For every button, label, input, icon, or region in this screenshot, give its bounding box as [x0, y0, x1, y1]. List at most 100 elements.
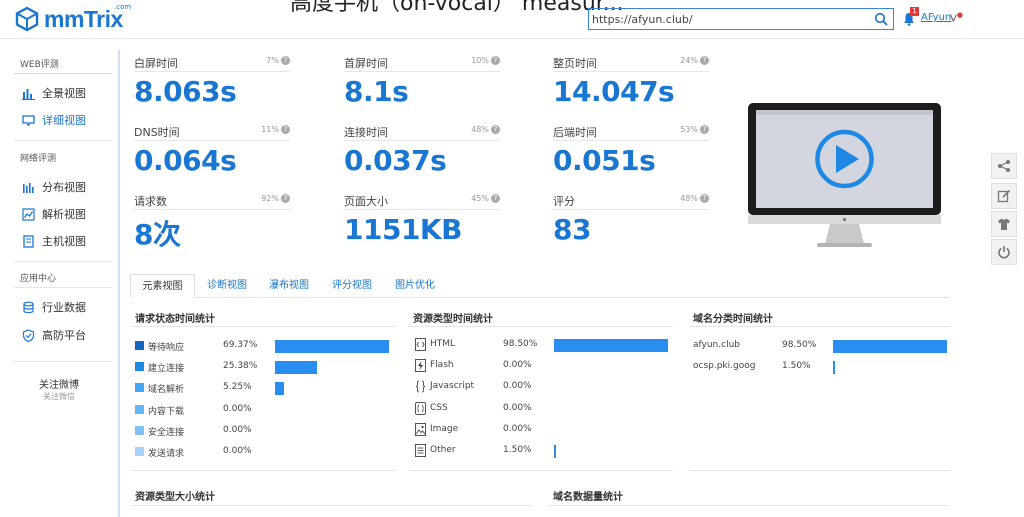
- share-button[interactable]: [991, 153, 1017, 179]
- theme-button[interactable]: [991, 211, 1017, 237]
- help-icon[interactable]: ?: [491, 125, 500, 134]
- shield-icon: [22, 328, 35, 342]
- help-icon[interactable]: ?: [491, 56, 500, 65]
- metric-percent-value: 53%: [680, 125, 698, 134]
- row-name: afyun.club: [693, 340, 740, 350]
- sidebar-divider: [14, 140, 112, 141]
- sidebar-item-label: 全景视图: [42, 87, 86, 100]
- legend-swatch: [135, 425, 144, 435]
- sidebar-item-analysis[interactable]: 解析视图: [22, 206, 86, 222]
- metric-percent-value: 7%: [266, 56, 279, 65]
- monitor-logo: [842, 217, 847, 222]
- panel-title-domain-count: 域名数据量统计: [553, 492, 623, 503]
- metric-percent: 48%?: [471, 125, 500, 134]
- tab-element-view[interactable]: 元素视图: [130, 274, 195, 298]
- vip-label: V: [950, 13, 957, 25]
- metric-underline: [344, 140, 500, 141]
- panel-separator: [689, 470, 951, 471]
- metric-label: 首屏时间: [344, 57, 388, 70]
- metric-percent-value: 24%: [680, 56, 698, 65]
- sidebar-item-overview[interactable]: 全景视图: [22, 85, 86, 101]
- row-percent: 69.37%: [223, 340, 258, 350]
- status-row: 安全连接 0.00%: [135, 424, 395, 438]
- tab-waterfall-view[interactable]: 瀑布视图: [260, 274, 318, 298]
- help-icon[interactable]: ?: [700, 194, 709, 203]
- row-name: 等待响应: [148, 343, 185, 353]
- resource-type-row: CSS 0.00%: [415, 401, 675, 416]
- tab-image-optimize[interactable]: 图片优化: [386, 274, 444, 298]
- row-bar: [554, 445, 556, 458]
- logo[interactable]: mmTrix .com: [14, 3, 131, 32]
- metric-label: 评分: [553, 195, 575, 208]
- resource-type-row: HTML 98.50%: [415, 338, 675, 352]
- metric-percent-value: 11%: [261, 125, 279, 134]
- metric-percent: 53%?: [680, 125, 709, 134]
- help-icon[interactable]: ?: [281, 125, 290, 134]
- metric-value: 8.1s: [344, 75, 409, 108]
- sidebar-divider: [14, 261, 112, 262]
- metric-label: 白屏时间: [134, 57, 178, 70]
- follow-wechat[interactable]: 关注微信: [0, 391, 118, 402]
- metric-percent: 10%?: [471, 56, 500, 65]
- panel-title-domain: 域名分类时间统计: [693, 314, 773, 325]
- legend-swatch: [135, 383, 144, 393]
- row-percent: 0.00%: [223, 403, 252, 414]
- sidebar-item-industry[interactable]: 行业数据: [22, 299, 86, 315]
- metric-percent: 92%?: [261, 194, 290, 203]
- panel-underline: [131, 505, 531, 506]
- metric-percent-value: 48%: [471, 125, 489, 134]
- status-row: 发送请求 0.00%: [135, 445, 395, 459]
- sidebar-item-distribution[interactable]: 分布视图: [22, 179, 86, 195]
- row-name: CSS: [430, 402, 448, 413]
- monitor-screen-bar: [756, 110, 933, 115]
- vip-badge: V●: [950, 11, 963, 24]
- row-percent: 0.00%: [503, 360, 532, 371]
- row-name: Other: [430, 445, 456, 455]
- tab-score-view[interactable]: 评分视图: [323, 274, 381, 298]
- metric-label: 连接时间: [344, 126, 388, 139]
- metric-value: 0.051s: [553, 144, 656, 177]
- panel-separator: [131, 470, 395, 471]
- metric-label: 整页时间: [553, 57, 597, 70]
- row-bar: [554, 339, 669, 352]
- sidebar-divider: [14, 361, 112, 362]
- tab-diagnosis-view[interactable]: 诊断视图: [198, 274, 256, 298]
- video-preview[interactable]: [748, 103, 941, 249]
- row-percent: 0.00%: [223, 424, 252, 435]
- username-link[interactable]: AFyun: [921, 12, 951, 23]
- flash-icon: [415, 359, 426, 373]
- url-input[interactable]: [592, 12, 862, 26]
- top-bar: mmTrix .com 高度手机（on-vocal） measur... 1 A…: [0, 0, 1024, 38]
- row-name: 发送请求: [148, 449, 185, 459]
- row-bar: [833, 340, 948, 353]
- html-icon: [415, 338, 426, 351]
- metric-underline: [344, 71, 500, 72]
- metric-percent-value: 48%: [680, 194, 698, 203]
- database-icon: [23, 301, 34, 313]
- sidebar-section-apps: 应用中心: [20, 274, 57, 284]
- sidebar-item-detail[interactable]: 详细视图: [22, 112, 86, 128]
- metric-underline: [553, 71, 709, 72]
- sidebar-item-label: 行业数据: [42, 301, 86, 314]
- follow-weibo[interactable]: 关注微博: [0, 376, 118, 391]
- help-icon[interactable]: ?: [700, 125, 709, 134]
- help-icon[interactable]: ?: [700, 56, 709, 65]
- edit-button[interactable]: [991, 183, 1017, 209]
- help-icon[interactable]: ?: [281, 194, 290, 203]
- metric-percent: 48%?: [680, 194, 709, 203]
- sidebar-item-host[interactable]: 主机视图: [22, 233, 86, 249]
- sidebar: WEB评测 全景视图 详细视图 网络评测 分布视图 解析视图 主机视图 应用中心…: [0, 39, 118, 517]
- sidebar-item-ddos[interactable]: 高防平台: [22, 327, 86, 343]
- row-percent: 98.50%: [503, 339, 538, 349]
- sidebar-item-label: 主机视图: [42, 235, 86, 248]
- metric-underline: [134, 209, 290, 210]
- logout-button[interactable]: [991, 239, 1017, 265]
- metric-label: DNS时间: [134, 126, 180, 139]
- help-icon[interactable]: ?: [281, 56, 290, 65]
- row-name: HTML: [430, 339, 456, 349]
- search-icon[interactable]: [874, 12, 888, 26]
- line-chart-icon: [22, 207, 35, 221]
- help-icon[interactable]: ?: [491, 194, 500, 203]
- status-row: 等待响应 69.37%: [135, 339, 395, 353]
- row-bar: [275, 382, 284, 396]
